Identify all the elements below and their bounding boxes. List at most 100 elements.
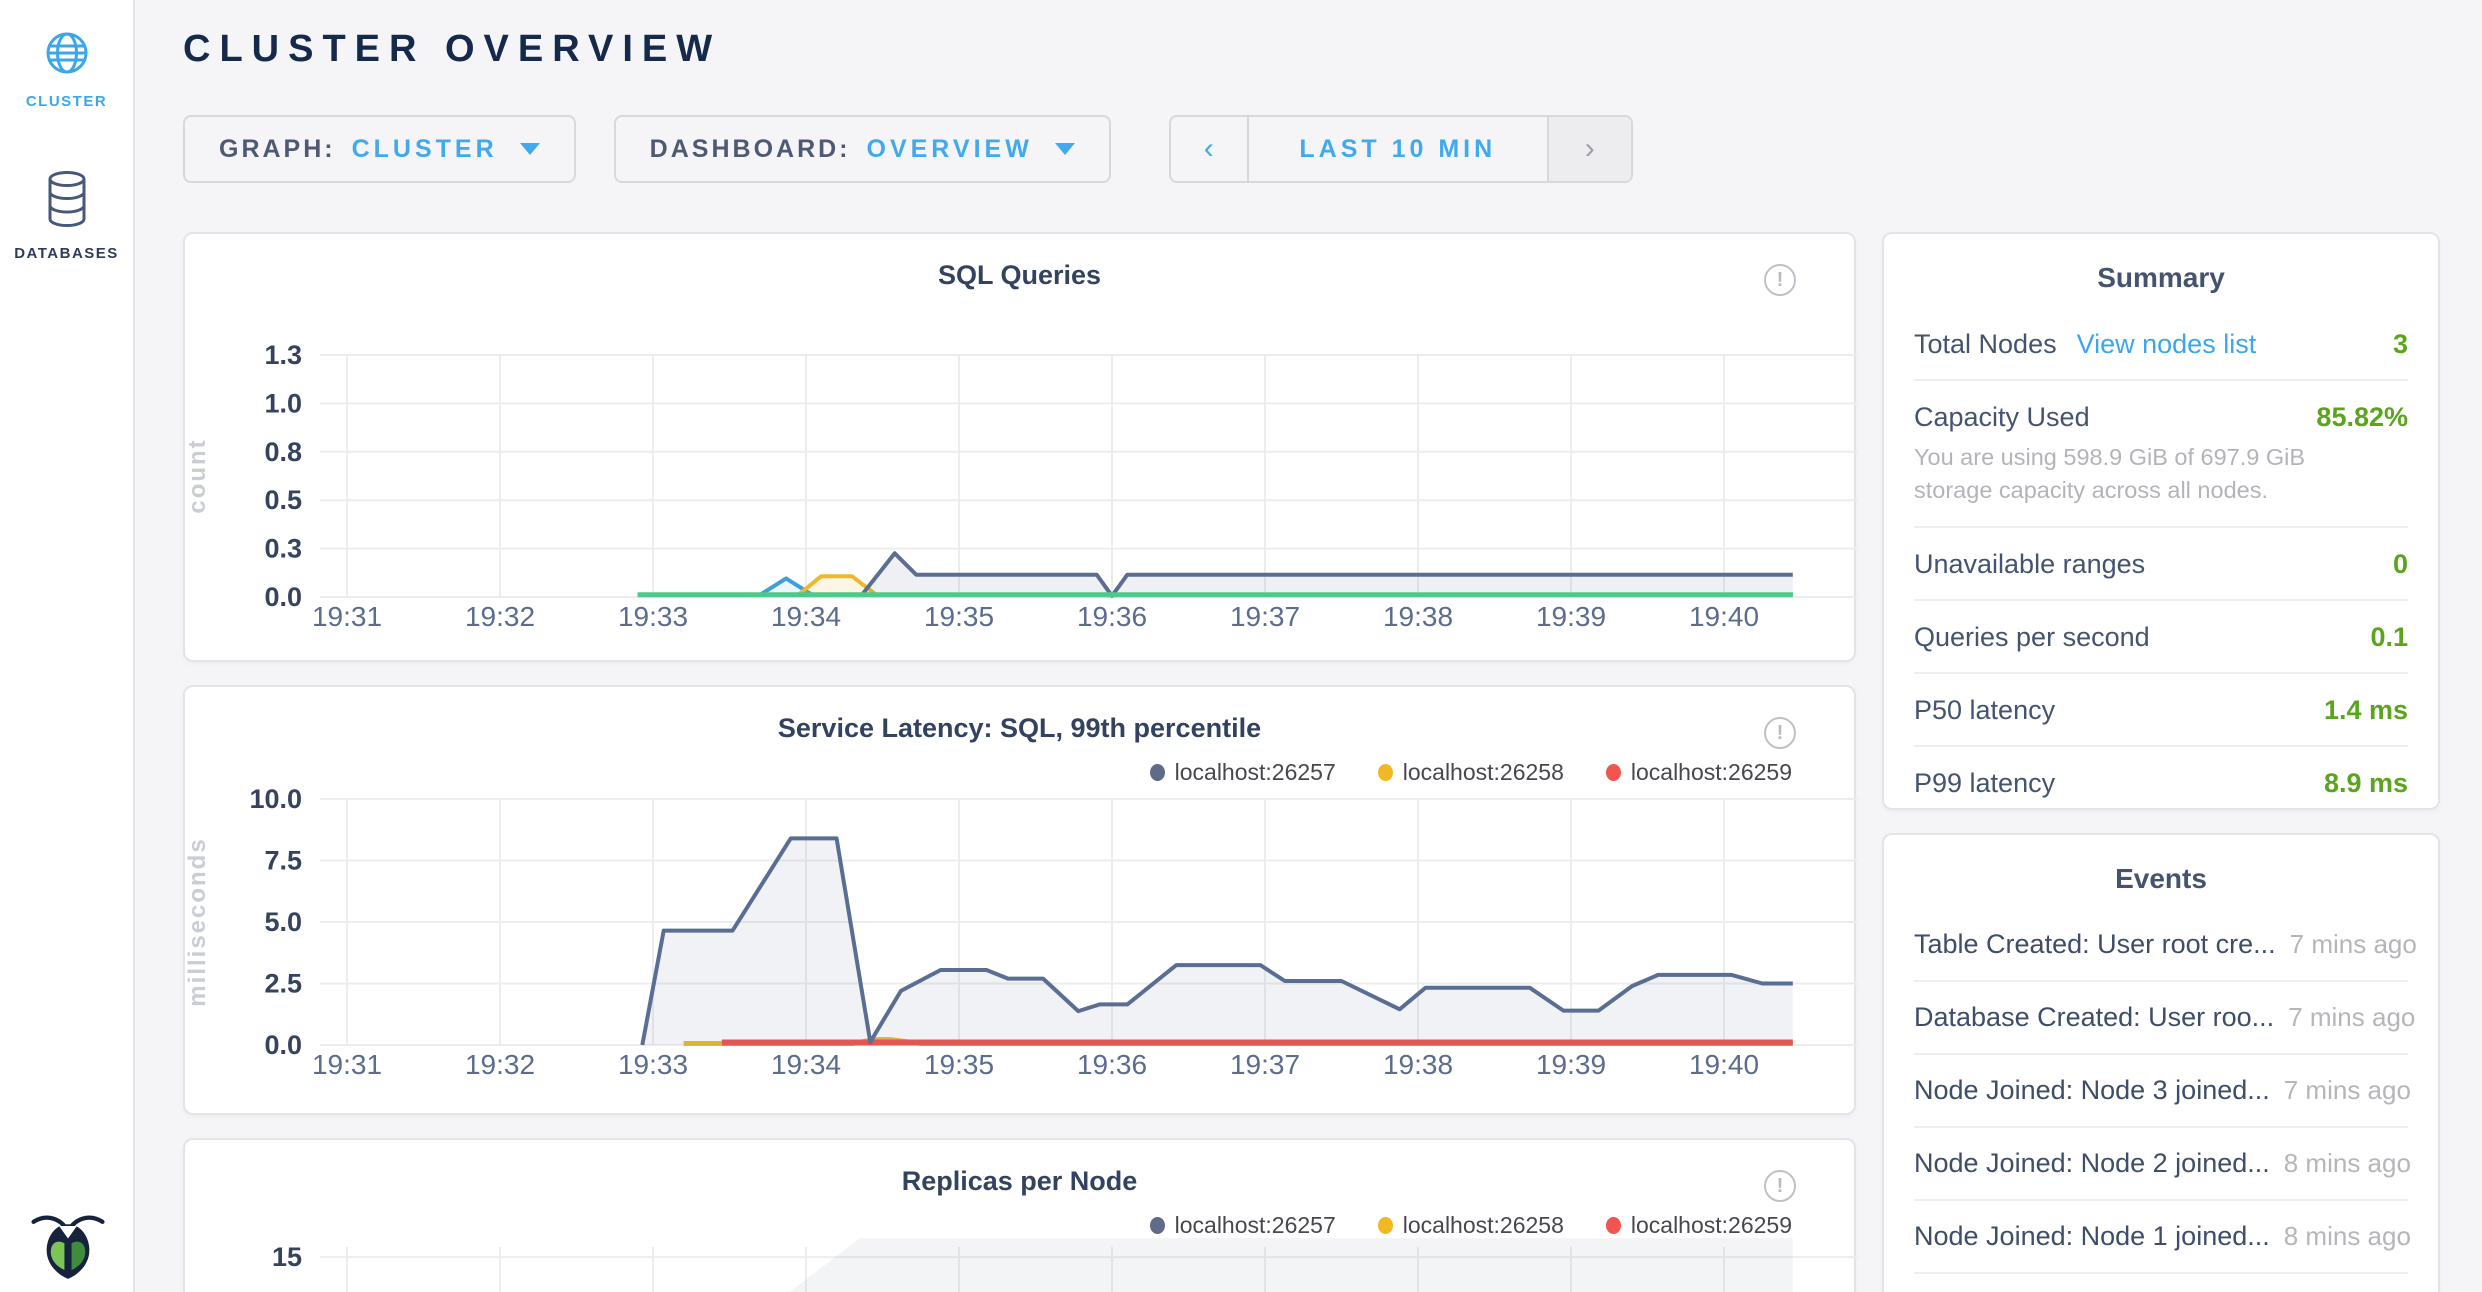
svg-text:19:39: 19:39 bbox=[1536, 1049, 1606, 1080]
chevron-down-icon bbox=[520, 143, 540, 155]
globe-icon bbox=[44, 30, 90, 76]
svg-text:0.0: 0.0 bbox=[264, 582, 302, 612]
sidebar-item-label: DATABASES bbox=[0, 245, 133, 262]
chart-card-replicas-per-node: Replicas per Node ! localhost:26257local… bbox=[183, 1138, 1856, 1292]
svg-text:19:32: 19:32 bbox=[465, 1049, 535, 1080]
svg-text:0.8: 0.8 bbox=[264, 437, 302, 467]
cockroachdb-logo bbox=[30, 1204, 106, 1280]
svg-text:1.3: 1.3 bbox=[264, 340, 302, 370]
sidebar-item-cluster[interactable]: CLUSTER bbox=[0, 0, 133, 110]
event-row[interactable]: Node Joined: Node 3 joined...7 mins ago bbox=[1914, 1055, 2408, 1128]
svg-text:7.5: 7.5 bbox=[264, 846, 302, 876]
service-latency-chart[interactable]: 0.0 2.5 5.0 7.5 10.0 19:31 19:32 19:33 19:34 19:3… bbox=[185, 687, 1858, 1117]
event-timestamp: 8 mins ago bbox=[2270, 1148, 2411, 1179]
svg-text:19:33: 19:33 bbox=[618, 601, 688, 632]
replicas-per-node-chart[interactable]: 1510 bbox=[185, 1140, 1858, 1292]
event-timestamp: 7 mins ago bbox=[2276, 929, 2417, 960]
chevron-down-icon bbox=[1055, 143, 1075, 155]
summary-row-note: You are using 598.9 GiB of 697.9 GiB sto… bbox=[1914, 441, 2384, 507]
svg-text:19:31: 19:31 bbox=[312, 1049, 382, 1080]
main-content: CLUSTER OVERVIEW GRAPH: CLUSTER DASHBOAR… bbox=[135, 0, 2482, 1292]
summary-row: Total Nodes View nodes list 3 bbox=[1914, 308, 2408, 381]
graph-dropdown-value: CLUSTER bbox=[352, 135, 498, 164]
page-title: CLUSTER OVERVIEW bbox=[183, 28, 2440, 71]
svg-text:2.5: 2.5 bbox=[264, 969, 302, 999]
svg-text:19:33: 19:33 bbox=[618, 1049, 688, 1080]
summary-row-label: P99 latency bbox=[1914, 768, 2055, 799]
svg-text:0.0: 0.0 bbox=[264, 1030, 302, 1060]
summary-row: Unavailable ranges0 bbox=[1914, 528, 2408, 601]
svg-text:19:32: 19:32 bbox=[465, 601, 535, 632]
event-row[interactable]: Node Joined: Node 2 joined...8 mins ago bbox=[1914, 1128, 2408, 1201]
summary-row: Queries per second 0.1 bbox=[1914, 601, 2408, 674]
time-range-selector: ‹ LAST 10 MIN › bbox=[1169, 115, 1633, 183]
summary-panel: Summary Total Nodes View nodes list 3 Capac… bbox=[1882, 232, 2440, 810]
summary-row-label: P50 latency bbox=[1914, 695, 2055, 726]
summary-row: P99 latency 8.9 ms bbox=[1914, 747, 2408, 818]
summary-row-value: 8.9 ms bbox=[2324, 768, 2408, 799]
dashboard-content: SQL Queries ! 0.00.30.50.81.01.319:3119:… bbox=[183, 232, 2440, 1292]
svg-text:19:31: 19:31 bbox=[312, 601, 382, 632]
svg-text:19:38: 19:38 bbox=[1383, 1049, 1453, 1080]
svg-text:19:37: 19:37 bbox=[1230, 601, 1300, 632]
graph-dropdown[interactable]: GRAPH: CLUSTER bbox=[183, 115, 576, 183]
svg-text:19:36: 19:36 bbox=[1077, 601, 1147, 632]
sidebar-item-label: CLUSTER bbox=[0, 93, 133, 110]
svg-text:milliseconds: milliseconds bbox=[185, 837, 211, 1006]
svg-text:19:35: 19:35 bbox=[924, 601, 994, 632]
svg-text:15: 15 bbox=[272, 1242, 302, 1272]
svg-text:19:37: 19:37 bbox=[1230, 1049, 1300, 1080]
svg-text:10.0: 10.0 bbox=[249, 784, 302, 814]
svg-text:19:40: 19:40 bbox=[1689, 601, 1759, 632]
chart-card-service-latency: Service Latency: SQL, 99th percentile ! … bbox=[183, 685, 1856, 1115]
database-icon bbox=[45, 170, 89, 228]
svg-text:19:38: 19:38 bbox=[1383, 601, 1453, 632]
event-text: Node Joined: Node 1 joined... bbox=[1914, 1221, 2270, 1252]
event-text: Table Created: User root cre... bbox=[1914, 929, 2276, 960]
dashboard-dropdown-label: DASHBOARD: bbox=[650, 135, 851, 164]
view-nodes-list-link[interactable]: View nodes list bbox=[2077, 329, 2257, 360]
event-timestamp: 7 mins ago bbox=[2270, 1075, 2411, 1106]
graph-dropdown-label: GRAPH: bbox=[219, 135, 336, 164]
dashboard-dropdown-value: OVERVIEW bbox=[867, 135, 1033, 164]
svg-text:19:36: 19:36 bbox=[1077, 1049, 1147, 1080]
summary-row-label: Total Nodes bbox=[1914, 329, 2057, 360]
sql-queries-chart[interactable]: 0.00.30.50.81.01.319:3119:3219:3319:3419… bbox=[185, 234, 1858, 664]
time-range-label[interactable]: LAST 10 MIN bbox=[1249, 117, 1547, 181]
svg-text:19:34: 19:34 bbox=[771, 1049, 841, 1080]
event-text: Database Created: User roo... bbox=[1914, 1002, 2274, 1033]
sidebar-item-databases[interactable]: DATABASES bbox=[0, 170, 133, 262]
events-title: Events bbox=[1914, 835, 2408, 895]
dashboard-dropdown[interactable]: DASHBOARD: OVERVIEW bbox=[614, 115, 1111, 183]
time-range-next-button[interactable]: › bbox=[1547, 117, 1631, 181]
svg-text:5.0: 5.0 bbox=[264, 907, 302, 937]
sidebar: CLUSTER DATABASES bbox=[0, 0, 135, 1292]
svg-text:1.0: 1.0 bbox=[264, 388, 302, 418]
event-text: Node Joined: Node 2 joined... bbox=[1914, 1148, 2270, 1179]
time-range-prev-button[interactable]: ‹ bbox=[1171, 117, 1249, 181]
event-row[interactable]: Database Created: User roo...7 mins ago bbox=[1914, 982, 2408, 1055]
right-column: Summary Total Nodes View nodes list 3 Capac… bbox=[1882, 232, 2440, 1292]
summary-row: P50 latency 1.4 ms bbox=[1914, 674, 2408, 747]
svg-text:0.5: 0.5 bbox=[264, 485, 302, 515]
summary-row-label: Queries per second bbox=[1914, 622, 2150, 653]
svg-text:19:39: 19:39 bbox=[1536, 601, 1606, 632]
summary-title: Summary bbox=[1914, 234, 2408, 294]
summary-row-label: Capacity Used bbox=[1914, 402, 2090, 433]
svg-text:count: count bbox=[185, 438, 211, 513]
summary-row-value: 1.4 ms bbox=[2324, 695, 2408, 726]
event-text: Node Joined: Node 3 joined... bbox=[1914, 1075, 2270, 1106]
charts-column: SQL Queries ! 0.00.30.50.81.01.319:3119:… bbox=[183, 232, 1856, 1292]
controls-bar: GRAPH: CLUSTER DASHBOARD: OVERVIEW ‹ LAS… bbox=[183, 115, 2440, 183]
summary-row-value: 3 bbox=[2393, 329, 2408, 360]
summary-row: Capacity Used85.82%You are using 598.9 G… bbox=[1914, 381, 2408, 528]
chart-card-sql-queries: SQL Queries ! 0.00.30.50.81.01.319:3119:… bbox=[183, 232, 1856, 662]
summary-row-value: 0.1 bbox=[2370, 622, 2408, 653]
svg-text:19:35: 19:35 bbox=[924, 1049, 994, 1080]
event-row[interactable]: Table Created: User root cre...7 mins ag… bbox=[1914, 909, 2408, 982]
event-row[interactable]: Node Joined: Node 1 joined...8 mins ago bbox=[1914, 1201, 2408, 1274]
events-panel: Events Table Created: User root cre...7 … bbox=[1882, 833, 2440, 1292]
event-timestamp: 7 mins ago bbox=[2274, 1002, 2415, 1033]
summary-rows: Total Nodes View nodes list 3 Capacity Used… bbox=[1914, 308, 2408, 818]
summary-row-value: 0 bbox=[2393, 549, 2408, 580]
